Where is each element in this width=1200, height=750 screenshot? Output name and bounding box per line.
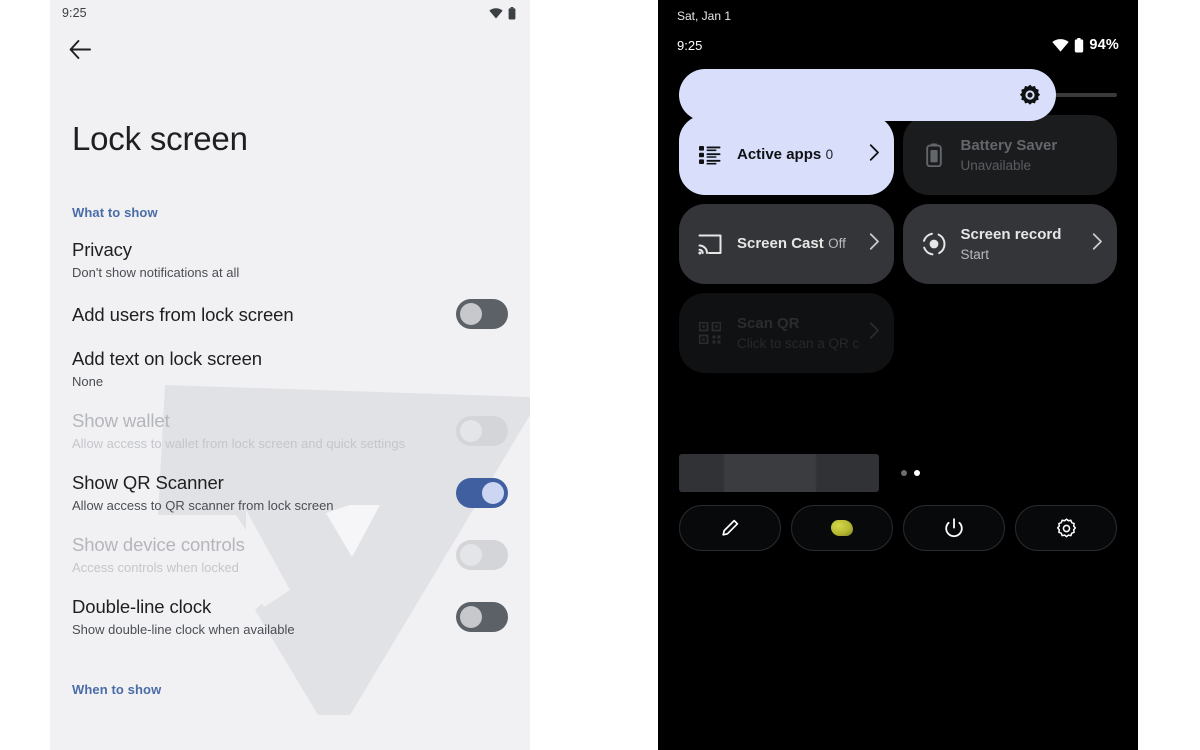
screenshot-root: 9:25 Lock screen What to show Privacy Do… bbox=[0, 0, 1200, 750]
quick-settings-tiles: Active apps 0 Battery Saver Unavailable … bbox=[658, 97, 1138, 373]
setting-subtitle: Don't show notifications at all bbox=[72, 265, 240, 280]
toggle-add-users-from-lock-screen[interactable] bbox=[456, 299, 508, 329]
setting-subtitle: Allow access to QR scanner from lock scr… bbox=[72, 498, 334, 513]
media-and-pager-row bbox=[658, 373, 1138, 492]
gear-icon bbox=[1056, 517, 1076, 537]
left-status-bar: 9:25 bbox=[50, 0, 530, 26]
page-indicator[interactable] bbox=[901, 470, 920, 476]
toggle-knob bbox=[460, 605, 482, 628]
brightness-sun-icon bbox=[1019, 84, 1040, 105]
battery-icon bbox=[1075, 37, 1084, 52]
setting-title: Show QR Scanner bbox=[72, 472, 224, 493]
toggle-show-qr-scanner[interactable] bbox=[456, 477, 508, 508]
toggle-knob bbox=[460, 543, 482, 566]
setting-row-double-line-clock[interactable]: Double-line clock Show double-line clock… bbox=[50, 577, 530, 639]
page-dot[interactable] bbox=[901, 470, 907, 476]
setting-row-show-qr-scanner[interactable]: Show QR Scanner Allow access to QR scann… bbox=[50, 453, 530, 515]
chevron-right-icon[interactable] bbox=[1092, 233, 1103, 255]
setting-title: Privacy bbox=[72, 239, 132, 260]
back-arrow-icon bbox=[69, 39, 91, 59]
left-status-icons bbox=[489, 6, 516, 20]
tile-active-apps[interactable]: Active apps 0 bbox=[679, 115, 894, 195]
toggle-show-device-controls bbox=[456, 539, 508, 570]
list-icon bbox=[697, 142, 723, 168]
section-heading-what-to-show: What to show bbox=[72, 205, 158, 220]
edit-tiles-button[interactable] bbox=[679, 505, 781, 551]
setting-row-show-device-controls: Show device controls Access controls whe… bbox=[50, 515, 530, 577]
power-icon bbox=[945, 517, 963, 537]
setting-title: Add text on lock screen bbox=[72, 348, 262, 369]
settings-lock-screen-panel: 9:25 Lock screen What to show Privacy Do… bbox=[50, 0, 530, 750]
quick-settings-footer bbox=[658, 492, 1138, 551]
tile-title: Battery Saver bbox=[960, 136, 1058, 154]
page-dot-active[interactable] bbox=[914, 470, 920, 476]
setting-title: Add users from lock screen bbox=[72, 303, 294, 325]
tile-battery-saver: Battery Saver Unavailable bbox=[902, 115, 1117, 195]
battery-icon bbox=[921, 142, 947, 168]
tile-screen-record[interactable]: Screen record Start bbox=[902, 204, 1117, 284]
brightness-slider[interactable] bbox=[658, 53, 1138, 121]
back-button[interactable] bbox=[64, 33, 96, 65]
setting-title: Double-line clock bbox=[72, 596, 212, 617]
brightness-track[interactable] bbox=[679, 69, 1117, 121]
tile-subtitle: Start bbox=[960, 246, 990, 262]
setting-row-show-wallet: Show wallet Allow access to wallet from … bbox=[50, 391, 530, 453]
right-status-icons: 94% bbox=[1052, 37, 1119, 53]
setting-title: Show device controls bbox=[72, 534, 245, 555]
section-heading-when-to-show: When to show bbox=[72, 682, 162, 697]
toggle-knob bbox=[460, 419, 482, 442]
tile-title: Screen record bbox=[960, 225, 1062, 243]
tile-subtitle: Click to scan a QR c bbox=[737, 335, 860, 351]
setting-row-add-users-from-lock-screen[interactable]: Add users from lock screen bbox=[50, 282, 530, 329]
setting-subtitle: Show double-line clock when available bbox=[72, 622, 295, 637]
user-avatar-icon bbox=[831, 520, 853, 536]
settings-list: Privacy Don't show notifications at all … bbox=[50, 220, 530, 639]
tile-screen-cast[interactable]: Screen Cast Off bbox=[679, 204, 894, 284]
tile-scan-qr[interactable]: Scan QR Click to scan a QR c bbox=[679, 293, 894, 373]
wifi-icon bbox=[1052, 38, 1070, 52]
tile-title: Active apps bbox=[737, 146, 822, 163]
quick-settings-panel: Sat, Jan 1 9:25 94% Active apps 0 Batter… bbox=[658, 0, 1138, 750]
setting-subtitle: Access controls when locked bbox=[72, 560, 239, 575]
right-status-clock: 9:25 bbox=[677, 37, 703, 53]
tile-subtitle: 0 bbox=[825, 147, 834, 162]
qr-code-icon bbox=[697, 320, 723, 346]
chevron-right-icon[interactable] bbox=[869, 322, 880, 344]
toggle-knob bbox=[482, 481, 504, 504]
chevron-right-icon[interactable] bbox=[869, 233, 880, 255]
chevron-right-icon[interactable] bbox=[869, 144, 880, 166]
tile-subtitle: Unavailable bbox=[960, 157, 1032, 173]
page-title: Lock screen bbox=[72, 120, 248, 157]
cast-icon bbox=[697, 231, 723, 257]
battery-percent-label: 94% bbox=[1089, 37, 1119, 53]
power-button[interactable] bbox=[903, 505, 1005, 551]
tile-title: Screen Cast bbox=[737, 235, 824, 252]
wifi-icon bbox=[489, 7, 503, 18]
toggle-double-line-clock[interactable] bbox=[456, 601, 508, 632]
left-app-bar bbox=[50, 26, 530, 72]
right-status-bar: 9:25 94% bbox=[658, 23, 1138, 53]
user-switch-button[interactable] bbox=[791, 505, 893, 551]
brightness-fill[interactable] bbox=[679, 69, 1056, 121]
setting-subtitle: None bbox=[72, 374, 104, 389]
media-player-placeholder[interactable] bbox=[679, 454, 879, 492]
toggle-knob bbox=[460, 303, 482, 325]
quick-settings-date: Sat, Jan 1 bbox=[677, 9, 732, 23]
left-status-clock: 9:25 bbox=[62, 6, 87, 20]
setting-title: Show wallet bbox=[72, 410, 170, 431]
setting-row-add-text-on-lock-screen[interactable]: Add text on lock screen None bbox=[50, 329, 530, 391]
record-icon bbox=[921, 231, 947, 257]
tile-title: Scan QR bbox=[737, 314, 800, 332]
settings-button[interactable] bbox=[1015, 505, 1117, 551]
toggle-show-wallet bbox=[456, 415, 508, 446]
tile-subtitle: Off bbox=[828, 236, 846, 251]
setting-subtitle: Allow access to wallet from lock screen … bbox=[72, 436, 406, 451]
setting-row-privacy[interactable]: Privacy Don't show notifications at all bbox=[50, 220, 530, 282]
pencil-edit-icon bbox=[722, 519, 739, 536]
battery-icon bbox=[508, 6, 516, 19]
